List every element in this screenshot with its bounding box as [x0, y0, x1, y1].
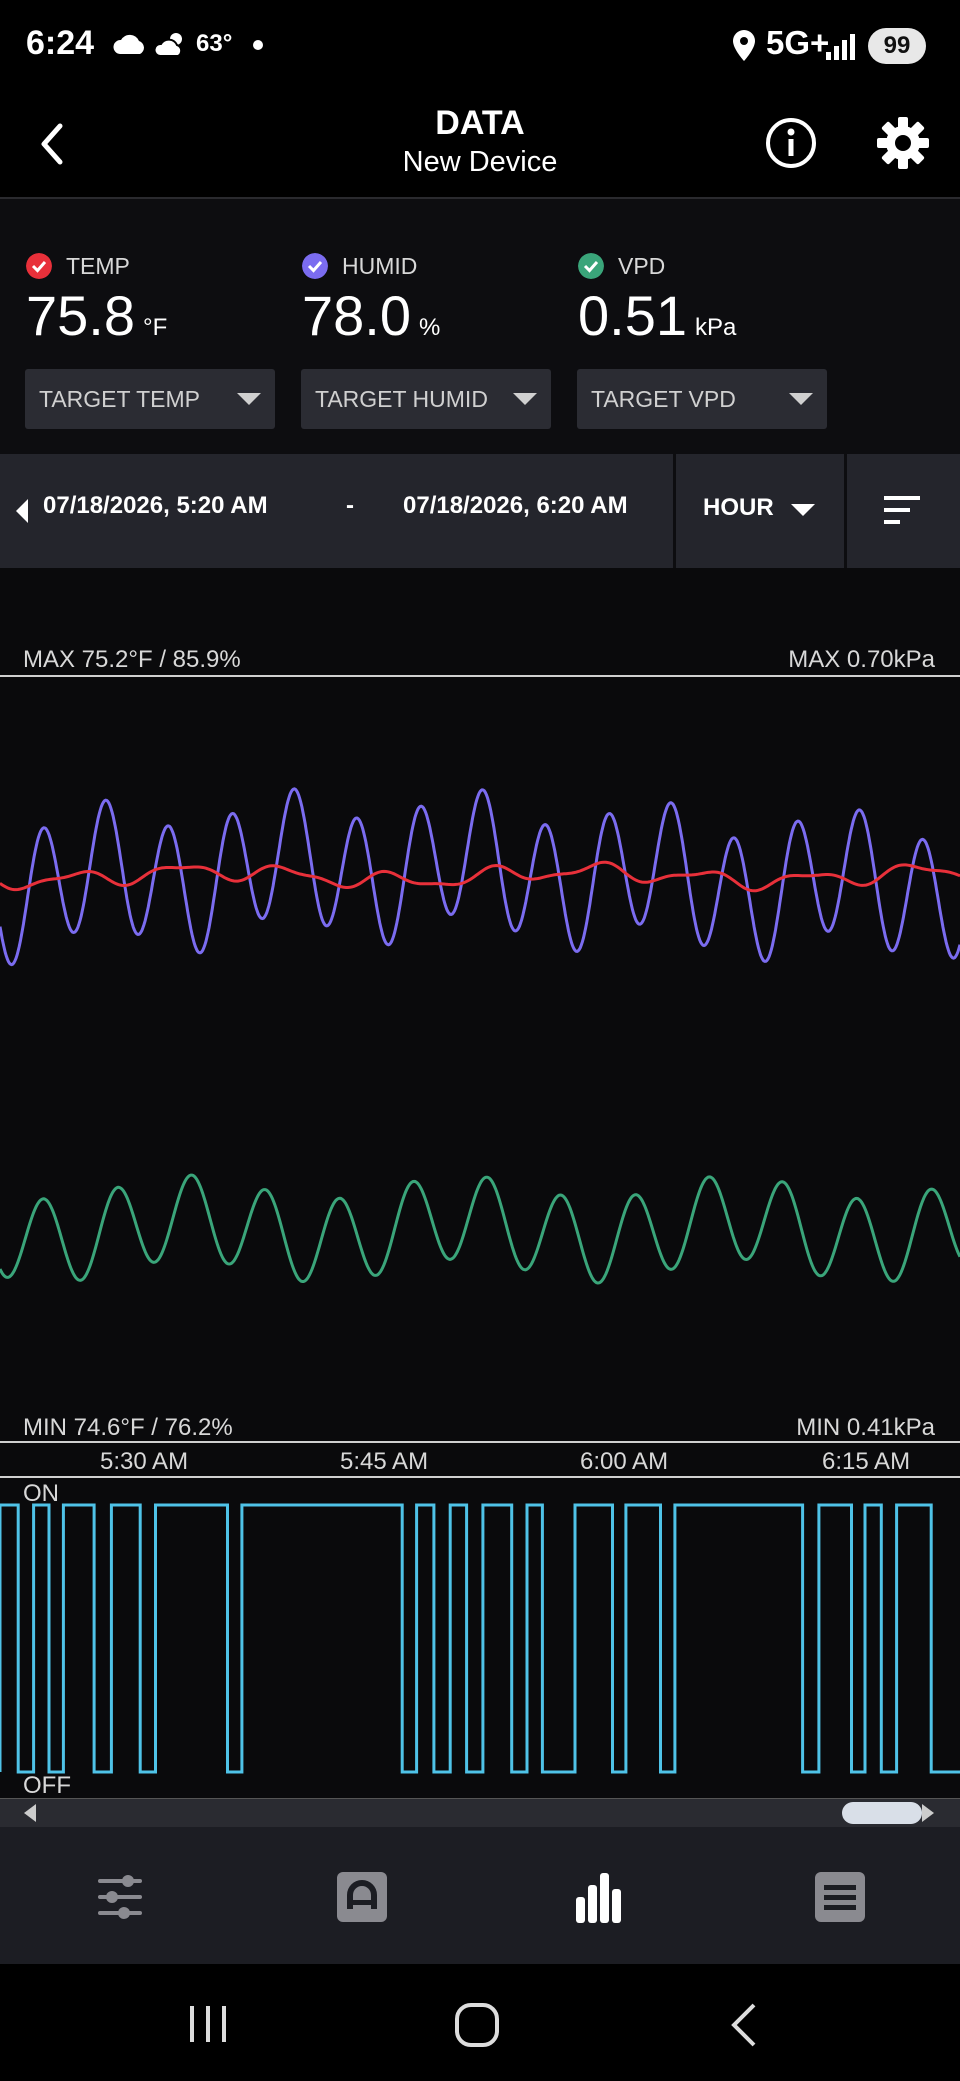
- sliders-icon[interactable]: [90, 1867, 150, 1927]
- x-tick-label: 5:45 AM: [340, 1448, 429, 1475]
- gear-icon[interactable]: [876, 116, 930, 170]
- vpd-unit: kPa: [695, 314, 737, 341]
- axis-line: [0, 1476, 960, 1478]
- sort-icon[interactable]: [884, 494, 922, 526]
- chevron-down-icon: [237, 393, 261, 405]
- info-icon[interactable]: [764, 116, 818, 170]
- weather-temp: 63°: [196, 30, 233, 57]
- back-icon[interactable]: [728, 2002, 760, 2048]
- scroll-thumb[interactable]: [842, 1802, 922, 1824]
- chevron-down-icon: [513, 393, 537, 405]
- min-left-label: MIN 74.6°F / 76.2%: [23, 1414, 233, 1441]
- partly-sunny-icon: [154, 33, 183, 57]
- range-end[interactable]: 07/18/2026, 6:20 AM: [403, 492, 628, 520]
- chevron-down-icon: [789, 393, 813, 405]
- scroll-right-icon[interactable]: [920, 1803, 936, 1823]
- recents-icon[interactable]: [186, 2004, 230, 2044]
- location-icon: [733, 30, 755, 61]
- system-nav-bar: [0, 1964, 960, 2081]
- notification-dot: [253, 40, 263, 50]
- min-line: [0, 1441, 960, 1443]
- clock: 6:24: [26, 24, 95, 62]
- x-tick-label: 6:15 AM: [822, 1448, 911, 1475]
- switch-state-line: [0, 1503, 960, 1774]
- target-humid-label: TARGET HUMID: [315, 386, 488, 412]
- humid-value: 78.0: [302, 284, 411, 347]
- max-right-label: MAX 0.70kPa: [788, 646, 935, 673]
- signal-icon: [826, 34, 855, 60]
- temp-label: TEMP: [66, 253, 130, 279]
- x-tick-label: 5:30 AM: [100, 1448, 189, 1475]
- min-right-label: MIN 0.41kPa: [796, 1414, 935, 1441]
- range-separator: -: [346, 492, 354, 519]
- network-type: 5G+: [766, 24, 830, 61]
- sensor-chart: [0, 787, 960, 1285]
- target-temp-dropdown[interactable]: TARGET TEMP: [25, 369, 275, 429]
- vpd-value: 0.51: [578, 284, 687, 347]
- interval-dropdown[interactable]: HOUR: [676, 454, 844, 568]
- x-tick-label: 6:00 AM: [580, 1448, 669, 1475]
- chevron-down-icon: [791, 504, 815, 516]
- list-icon[interactable]: [810, 1867, 870, 1927]
- check-icon: [26, 253, 52, 279]
- check-icon: [578, 253, 604, 279]
- date-range-bar: 07/18/2026, 5:20 AM - 07/18/2026, 6:20 A…: [0, 454, 960, 568]
- cloud-icon: [113, 34, 144, 54]
- scroll-left-icon[interactable]: [22, 1803, 38, 1823]
- temp-value: 75.8: [26, 284, 135, 347]
- check-icon: [302, 253, 328, 279]
- battery-indicator: 99: [868, 28, 926, 64]
- bar-chart-icon[interactable]: [570, 1867, 630, 1927]
- target-humid-dropdown[interactable]: TARGET HUMID: [301, 369, 551, 429]
- range-start[interactable]: 07/18/2026, 5:20 AM: [43, 492, 268, 520]
- target-vpd-dropdown[interactable]: TARGET VPD: [577, 369, 827, 429]
- caret-left-icon[interactable]: [14, 498, 30, 524]
- target-temp-label: TARGET TEMP: [39, 386, 201, 412]
- divider: [844, 454, 847, 568]
- chart-scrollbar[interactable]: [0, 1799, 960, 1827]
- bottom-nav: [0, 1827, 960, 1964]
- automation-icon[interactable]: [332, 1867, 392, 1927]
- temp-unit: °F: [143, 314, 168, 341]
- interval-label: HOUR: [703, 494, 774, 521]
- vpd-series-line: [0, 1173, 960, 1285]
- app-header: DATA New Device: [0, 90, 960, 199]
- status-bar: 6:24 63° 5G+ 99: [0, 0, 960, 90]
- max-left-label: MAX 75.2°F / 85.9%: [23, 646, 241, 673]
- switch-chart: [0, 1503, 960, 1774]
- home-icon[interactable]: [454, 2002, 500, 2048]
- humid-label: HUMID: [342, 253, 418, 279]
- readings-panel: TEMP 75.8 °F HUMID 78.0% VPD 0.51 kPa TARG…: [0, 199, 960, 454]
- vpd-label: VPD: [618, 253, 666, 279]
- humid-unit: %: [419, 314, 441, 341]
- target-vpd-label: TARGET VPD: [591, 386, 736, 412]
- off-label: OFF: [23, 1772, 71, 1799]
